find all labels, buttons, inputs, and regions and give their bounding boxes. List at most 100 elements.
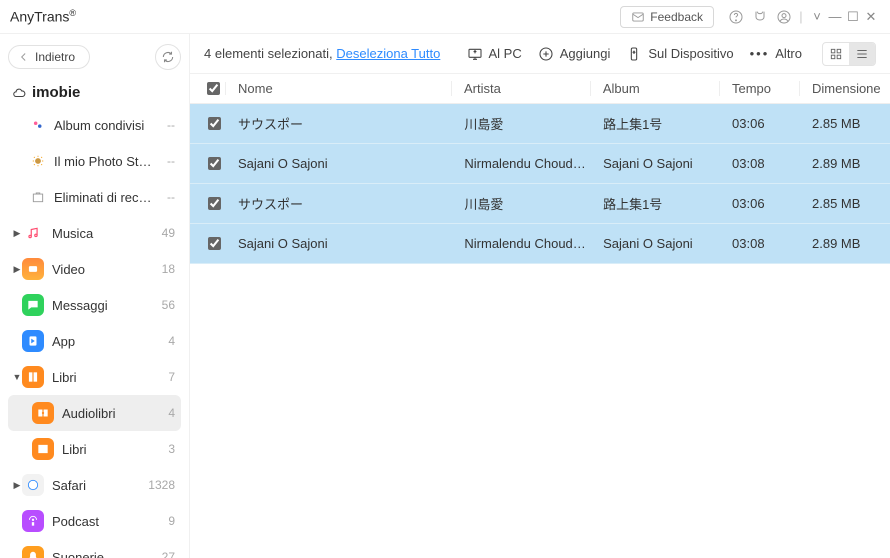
cell-name: Sajani O Sajoni xyxy=(226,236,452,251)
list-view-button[interactable] xyxy=(849,43,875,65)
chevron-down-icon[interactable]: ˅ xyxy=(808,9,826,24)
sidebar-item-label: Musica xyxy=(52,226,153,241)
sidebar-item-label: Libri xyxy=(62,442,153,457)
cell-size: 2.89 MB xyxy=(800,156,890,171)
sidebar-item-books2[interactable]: Libri3 xyxy=(8,431,181,467)
cloud-item-label: Album condivisi xyxy=(54,118,153,133)
select-all-checkbox[interactable] xyxy=(207,82,220,95)
sidebar-item-label: Audiolibri xyxy=(62,406,153,421)
cloud-icon xyxy=(12,86,26,100)
table-row[interactable]: Sajani O SajoniNirmalendu ChoudhurySajan… xyxy=(190,144,890,184)
sidebar-item-msg[interactable]: ▶Messaggi56 xyxy=(8,287,181,323)
cell-time: 03:08 xyxy=(720,156,800,171)
app-icon xyxy=(22,330,44,352)
minimize-icon[interactable]: — xyxy=(826,9,844,24)
table-row[interactable]: サウスポー川島愛路上集1号03:062.85 MB xyxy=(190,184,890,224)
to-pc-button[interactable]: Al PC xyxy=(467,46,522,62)
cell-time: 03:06 xyxy=(720,196,800,211)
sidebar: Indietro imobie Album condivisi--Il mio … xyxy=(0,34,190,558)
sidebar-item-podcast[interactable]: ▶Podcast9 xyxy=(8,503,181,539)
sidebar-item-count: 3 xyxy=(153,442,175,456)
grid-view-button[interactable] xyxy=(823,43,849,65)
grid-icon xyxy=(829,47,843,61)
expand-tri-icon[interactable]: ▶ xyxy=(12,552,22,558)
expand-tri-icon[interactable]: ▶ xyxy=(12,300,22,311)
table-row[interactable]: Sajani O SajoniNirmalendu ChoudhurySajan… xyxy=(190,224,890,264)
sidebar-item-count: 7 xyxy=(153,370,175,384)
podcast-icon xyxy=(22,510,44,532)
feedback-button[interactable]: Feedback xyxy=(620,6,714,28)
books-icon xyxy=(22,366,44,388)
header-time[interactable]: Tempo xyxy=(720,81,800,96)
cloud-item-icon xyxy=(30,153,46,169)
sidebar-item-music[interactable]: ▶ Musica49 xyxy=(8,215,181,251)
sidebar-item-label: App xyxy=(52,334,153,349)
refresh-button[interactable] xyxy=(155,44,181,70)
to-pc-label: Al PC xyxy=(489,46,522,61)
view-mode-toggle xyxy=(822,42,876,66)
more-button[interactable]: ••• Altro xyxy=(750,46,802,61)
deselect-all-link[interactable]: Deseleziona Tutto xyxy=(336,46,440,61)
sidebar-cloud-item[interactable]: Eliminati di recente-- xyxy=(8,179,181,215)
add-label: Aggiungi xyxy=(560,46,611,61)
expand-tri-icon[interactable]: ▼ xyxy=(12,372,22,382)
sidebar-cloud-item[interactable]: Il mio Photo Stream-- xyxy=(8,143,181,179)
arrow-left-icon xyxy=(17,50,31,64)
video-icon xyxy=(22,258,44,280)
back-button[interactable]: Indietro xyxy=(8,45,90,69)
sidebar-item-count: 49 xyxy=(153,226,175,240)
header-size[interactable]: Dimensione xyxy=(800,81,890,96)
device-header[interactable]: imobie xyxy=(8,80,181,107)
audiob-icon xyxy=(32,402,54,424)
sidebar-item-label: Podcast xyxy=(52,514,153,529)
expand-tri-icon[interactable]: ▶ xyxy=(12,480,22,491)
close-icon[interactable]: ✕ xyxy=(862,9,880,25)
cell-name: サウスポー xyxy=(226,194,452,213)
cell-size: 2.85 MB xyxy=(800,116,890,131)
table-row[interactable]: サウスポー川島愛路上集1号03:062.85 MB xyxy=(190,104,890,144)
sidebar-item-count: 27 xyxy=(153,550,175,558)
sidebar-item-video[interactable]: ▶Video18 xyxy=(8,251,181,287)
monitor-icon xyxy=(467,46,483,62)
sidebar-item-count: 1328 xyxy=(148,478,175,492)
expand-tri-icon[interactable]: ▶ xyxy=(12,516,22,527)
header-name[interactable]: Nome xyxy=(226,81,452,96)
back-label: Indietro xyxy=(35,50,75,64)
header-album[interactable]: Album xyxy=(591,81,720,96)
row-checkbox[interactable] xyxy=(208,117,221,130)
cell-time: 03:08 xyxy=(720,236,800,251)
cell-size: 2.85 MB xyxy=(800,196,890,211)
sidebar-item-books[interactable]: ▼Libri7 xyxy=(8,359,181,395)
table-header: Nome Artista Album Tempo Dimensione xyxy=(190,74,890,104)
cloud-item-label: Eliminati di recente xyxy=(54,190,153,205)
row-checkbox[interactable] xyxy=(208,197,221,210)
sidebar-item-label: Messaggi xyxy=(52,298,153,313)
cell-time: 03:06 xyxy=(720,116,800,131)
expand-tri-icon[interactable]: ▶ xyxy=(12,228,22,239)
app-title: AnyTrans® xyxy=(10,8,76,25)
header-artist[interactable]: Artista xyxy=(452,81,591,96)
row-checkbox[interactable] xyxy=(208,237,221,250)
to-device-label: Sul Dispositivo xyxy=(648,46,733,61)
add-button[interactable]: Aggiungi xyxy=(538,46,611,62)
books2-icon xyxy=(32,438,54,460)
registered-mark: ® xyxy=(69,8,76,18)
cell-artist: Nirmalendu Choudhury xyxy=(452,156,591,171)
row-checkbox[interactable] xyxy=(208,157,221,170)
sidebar-cloud-item[interactable]: Album condivisi-- xyxy=(8,107,181,143)
sidebar-item-safari[interactable]: ▶Safari1328 xyxy=(8,467,181,503)
user-icon[interactable] xyxy=(774,7,794,27)
expand-tri-icon[interactable]: ▶ xyxy=(12,264,22,275)
sidebar-item-app[interactable]: ▶App4 xyxy=(8,323,181,359)
device-icon xyxy=(626,46,642,62)
account-icon[interactable] xyxy=(750,7,770,27)
maximize-icon[interactable]: ☐ xyxy=(844,9,862,25)
expand-tri-icon[interactable]: ▶ xyxy=(12,336,22,347)
to-device-button[interactable]: Sul Dispositivo xyxy=(626,46,733,62)
sidebar-item-audiob[interactable]: Audiolibri4 xyxy=(8,395,181,431)
sidebar-item-ring[interactable]: ▶Suonerie27 xyxy=(8,539,181,558)
help-icon[interactable] xyxy=(726,7,746,27)
main-panel: 4 elementi selezionati, Deseleziona Tutt… xyxy=(190,34,890,558)
cloud-item-count: -- xyxy=(153,190,175,204)
list-icon xyxy=(855,47,869,61)
